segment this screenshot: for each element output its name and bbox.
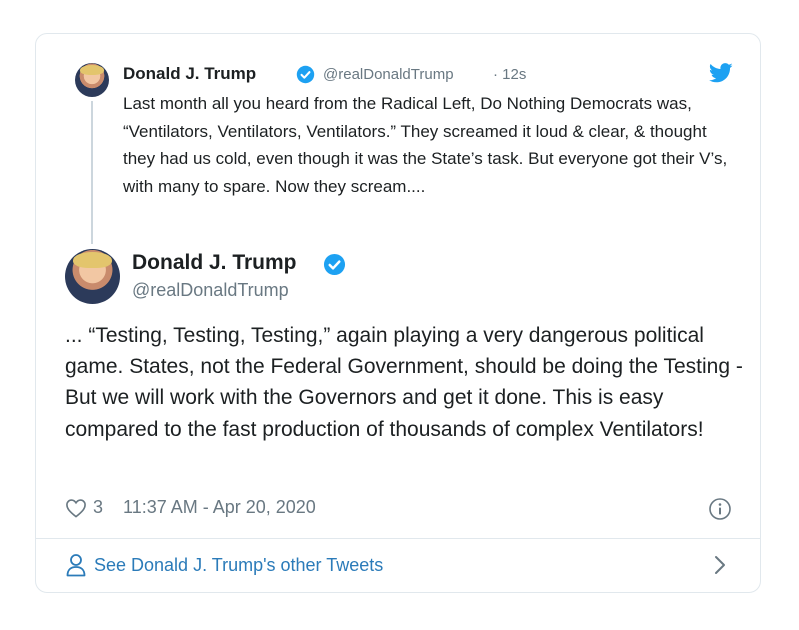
heart-icon[interactable] [65, 498, 87, 518]
twitter-bird-icon[interactable] [709, 62, 733, 84]
tweet-meta-row: 3 11:37 AM - Apr 20, 2020 [65, 497, 316, 518]
info-icon[interactable] [708, 497, 732, 521]
parent-tweet-time[interactable]: · 12s [493, 66, 526, 83]
see-other-tweets-label[interactable]: See Donald J. Trump's other Tweets [94, 555, 383, 576]
parent-tweet-author-name[interactable]: Donald J. Trump [123, 64, 256, 84]
chevron-right-icon[interactable] [713, 554, 727, 576]
main-tweet-handle[interactable]: @realDonaldTrump [132, 280, 289, 301]
main-tweet-avatar[interactable] [65, 249, 120, 304]
parent-tweet-text: Last month all you heard from the Radica… [123, 94, 728, 196]
footer-divider [36, 538, 760, 539]
verified-badge-icon [323, 253, 346, 276]
parent-tweet-handle[interactable]: @realDonaldTrump [323, 66, 454, 83]
verified-badge-icon [296, 65, 315, 84]
like-count[interactable]: 3 [93, 497, 103, 518]
thread-connector-line [91, 101, 93, 244]
see-other-tweets-link[interactable]: See Donald J. Trump's other Tweets [65, 553, 383, 577]
tweet-embed-card: Donald J. Trump @realDonaldTrump · 12s L… [35, 33, 761, 593]
person-icon [66, 554, 86, 577]
parent-tweet-avatar[interactable] [75, 63, 109, 97]
tweet-timestamp[interactable]: 11:37 AM - Apr 20, 2020 [123, 497, 316, 518]
main-tweet-text: ... “Testing, Testing, Testing,” again p… [65, 324, 743, 441]
main-tweet-author-name[interactable]: Donald J. Trump [132, 251, 297, 275]
